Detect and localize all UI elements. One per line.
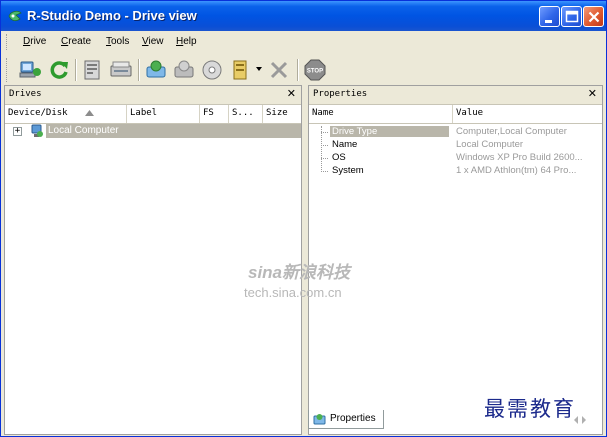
- properties-pane-title: Properties: [313, 89, 368, 99]
- recover-icon[interactable]: [144, 58, 168, 82]
- menu-view-mnemonic: V: [142, 36, 149, 47]
- stop-icon[interactable]: STOP: [303, 58, 327, 82]
- property-name: System: [332, 165, 364, 176]
- maximize-icon: [565, 10, 579, 23]
- drives-pane-header: Drives ✕: [5, 86, 301, 105]
- menu-drive-mnemonic: D: [23, 36, 31, 47]
- menu-view[interactable]: View: [142, 36, 164, 47]
- tree-line: [321, 145, 328, 146]
- column-device-disk[interactable]: Device/Disk: [5, 105, 127, 123]
- tab-properties-label: Properties: [330, 413, 376, 424]
- minimize-icon: [545, 20, 552, 23]
- expand-button[interactable]: +: [13, 127, 22, 136]
- main-window: R-Studio Demo - Drive view Drive Create …: [0, 0, 607, 437]
- menu-tools[interactable]: Tools: [106, 36, 129, 47]
- property-name: Name: [332, 139, 358, 150]
- svg-text:STOP: STOP: [307, 69, 323, 75]
- scan-icon[interactable]: [109, 58, 133, 82]
- app-icon: [8, 10, 22, 22]
- column-size[interactable]: Size: [263, 105, 301, 123]
- tree-line: [321, 158, 328, 159]
- column-start-text: S...: [232, 108, 254, 118]
- toolbar-separator: [75, 59, 77, 81]
- property-row-drive-type[interactable]: Drive Type Computer,Local Computer: [309, 126, 602, 139]
- close-button[interactable]: [583, 6, 604, 27]
- drives-pane-title: Drives: [9, 89, 42, 99]
- toolbar-separator: [138, 59, 140, 81]
- tab-properties[interactable]: Properties: [308, 410, 384, 429]
- properties-pane-close-button[interactable]: ✕: [588, 87, 597, 101]
- properties-pane-header: Properties ✕: [309, 86, 602, 105]
- column-start[interactable]: S...: [229, 105, 263, 123]
- tab-scroll-arrows-icon[interactable]: [573, 415, 587, 425]
- column-name[interactable]: Name: [309, 105, 453, 123]
- property-value: Windows XP Pro Build 2600...: [456, 152, 583, 163]
- menu-help[interactable]: Help: [176, 36, 197, 47]
- maximize-button[interactable]: [561, 6, 582, 27]
- open-drive-files-icon[interactable]: [200, 58, 224, 82]
- column-device-disk-label: Device/Disk: [8, 108, 68, 118]
- menubar-grip[interactable]: [6, 34, 10, 50]
- column-size-text: Size: [266, 108, 288, 118]
- property-row-system[interactable]: System 1 x AMD Athlon(tm) 64 Pro...: [309, 165, 602, 178]
- property-name: OS: [332, 152, 346, 163]
- property-row-os[interactable]: OS Windows XP Pro Build 2600...: [309, 152, 602, 165]
- property-value: 1 x AMD Athlon(tm) 64 Pro...: [456, 165, 577, 176]
- title-bar[interactable]: R-Studio Demo - Drive view: [1, 1, 606, 31]
- minimize-button[interactable]: [539, 6, 560, 27]
- column-value-text: Value: [456, 108, 484, 118]
- properties-column-header: Name Value: [309, 105, 602, 124]
- menu-help-mnemonic: H: [176, 36, 184, 47]
- computer-icon: [31, 124, 43, 137]
- tree-item-label: Local Computer: [46, 124, 301, 138]
- column-fs-text: FS: [203, 108, 214, 118]
- property-name: Drive Type: [330, 126, 449, 137]
- column-label[interactable]: Label: [127, 105, 200, 123]
- remove-icon[interactable]: [267, 58, 291, 82]
- drives-pane-close-button[interactable]: ✕: [287, 87, 296, 101]
- column-name-text: Name: [312, 108, 334, 118]
- menu-tools-mnemonic: T: [106, 36, 111, 47]
- menu-bar: Drive Create Tools View Help: [1, 31, 606, 53]
- create-image-icon[interactable]: [228, 58, 252, 82]
- refresh-icon[interactable]: [47, 58, 71, 82]
- tree-line: [321, 171, 328, 172]
- drive-info-icon[interactable]: [81, 58, 105, 82]
- toolbar-grip[interactable]: [6, 58, 10, 82]
- toolbar: STOP: [1, 54, 606, 86]
- window-title: R-Studio Demo - Drive view: [27, 8, 197, 23]
- close-icon: [588, 11, 600, 23]
- column-label-text: Label: [130, 108, 158, 118]
- sort-ascending-icon: [85, 110, 94, 116]
- menu-create[interactable]: Create: [61, 36, 91, 47]
- property-row-name[interactable]: Name Local Computer: [309, 139, 602, 152]
- properties-tab-icon: [313, 414, 326, 425]
- property-value: Local Computer: [456, 139, 524, 150]
- properties-pane: Properties ✕ Name Value Drive Type Compu…: [308, 85, 603, 435]
- drives-pane: Drives ✕ Device/Disk Label FS S... Size …: [4, 85, 302, 435]
- column-value[interactable]: Value: [453, 105, 602, 123]
- recover-marked-icon[interactable]: [172, 58, 196, 82]
- toolbar-separator: [297, 59, 299, 81]
- drives-column-header: Device/Disk Label FS S... Size: [5, 105, 301, 124]
- tree-line: [321, 132, 328, 133]
- property-value: Computer,Local Computer: [456, 126, 567, 137]
- chevron-down-icon[interactable]: [256, 66, 262, 72]
- tree-row-local-computer[interactable]: + Local Computer: [5, 124, 301, 139]
- menu-drive[interactable]: Drive: [23, 36, 46, 47]
- column-fs[interactable]: FS: [200, 105, 229, 123]
- connect-computer-icon[interactable]: [18, 58, 42, 82]
- menu-create-mnemonic: C: [61, 36, 69, 47]
